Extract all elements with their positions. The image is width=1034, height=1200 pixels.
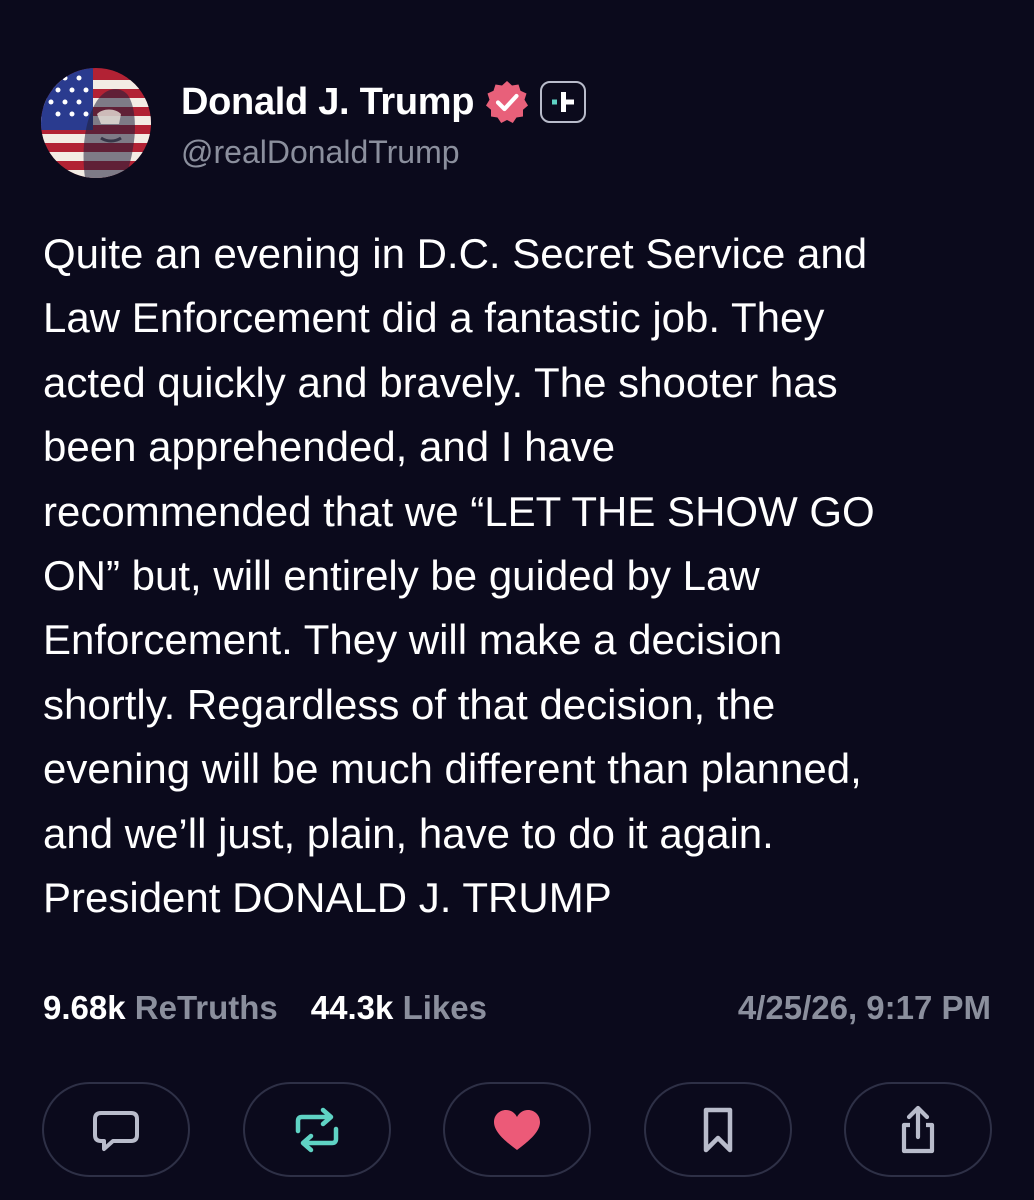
reply-icon (93, 1110, 139, 1151)
retruths-label: ReTruths (134, 989, 278, 1026)
bookmark-icon (703, 1107, 732, 1152)
post-line: President DONALD J. TRUMP (43, 874, 612, 922)
post-line: ON” but, will entirely be guided by Law (43, 552, 760, 600)
retruths-count: 9.68k (43, 989, 126, 1026)
author-row: Donald J. Trump (181, 76, 587, 128)
post-body: Quite an evening in D.C. Secret Service … (43, 222, 1003, 930)
post-card: Donald J. Trump @realDonaldTrump Quite a… (0, 0, 1034, 1200)
like-button[interactable] (443, 1082, 591, 1177)
flag-portrait-avatar (41, 68, 151, 178)
author-handle[interactable]: @realDonaldTrump (181, 134, 460, 171)
likes-count: 44.3k (310, 989, 394, 1026)
avatar[interactable] (41, 68, 151, 178)
post-line: Law Enforcement did a fantastic job. The… (43, 294, 825, 342)
post-line: Enforcement. They will make a decision (43, 616, 783, 664)
post-line: acted quickly and bravely. The shooter h… (43, 358, 838, 406)
action-bar (42, 1082, 992, 1177)
retruth-button[interactable] (242, 1082, 391, 1177)
post-line: and we’ll just, plain, have to do it aga… (43, 809, 774, 857)
share-icon (901, 1105, 935, 1153)
post-stats: 9.68k ReTruths 44.3k Likes 4/25/26, 9:17… (43, 983, 991, 1033)
post-line: been apprehended, and I have (43, 423, 616, 471)
post-line: Quite an evening in D.C. Secret Service … (43, 230, 868, 277)
retruths-stat[interactable]: 9.68k ReTruths (43, 989, 278, 1027)
share-button[interactable] (844, 1082, 992, 1177)
plus-badge-icon (540, 81, 587, 123)
post-line: recommended that we “LET THE SHOW GO (43, 487, 875, 535)
retruth-icon (295, 1107, 338, 1152)
bookmark-button[interactable] (643, 1082, 792, 1177)
post-line: evening will be much different than plan… (43, 745, 862, 793)
verified-badge-icon (486, 81, 529, 123)
heart-icon (494, 1109, 540, 1150)
likes-label: Likes (402, 989, 487, 1026)
reply-button[interactable] (42, 1082, 190, 1177)
post-timestamp: 4/25/26, 9:17 PM (737, 989, 991, 1026)
post-line: shortly. Regardless of that decision, th… (43, 680, 776, 728)
display-name[interactable]: Donald J. Trump (181, 81, 475, 124)
likes-stat[interactable]: 44.3k Likes (311, 989, 487, 1027)
